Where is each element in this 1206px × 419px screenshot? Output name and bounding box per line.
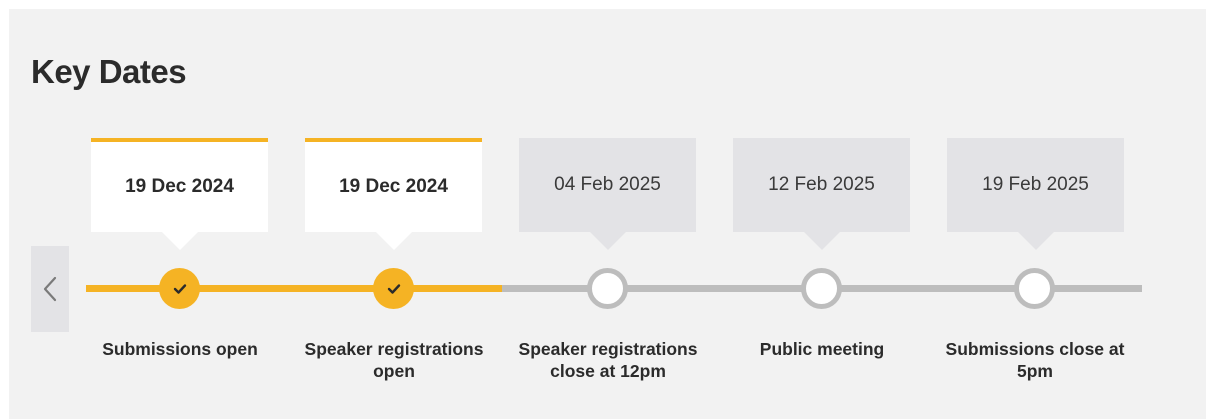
milestone-date-card: 12 Feb 2025 — [733, 138, 910, 250]
milestone-date-card: 19 Feb 2025 — [947, 138, 1124, 250]
milestone-date: 19 Feb 2025 — [982, 174, 1089, 195]
milestone-label: Speaker registrations open — [304, 339, 484, 381]
section-title: Key Dates — [31, 53, 187, 90]
key-dates-panel: Key Dates 19 Dec 2024 Submissions open 1… — [9, 9, 1206, 419]
milestone-node-complete[interactable] — [373, 268, 414, 309]
milestone-label: Speaker registrations close at 12pm — [518, 339, 698, 381]
milestone-node-upcoming[interactable] — [1014, 268, 1055, 309]
milestone-node-upcoming[interactable] — [801, 268, 842, 309]
milestone-date-card: 19 Dec 2024 — [91, 138, 268, 250]
chevron-left-icon — [43, 276, 57, 302]
milestone-node-complete[interactable] — [159, 268, 200, 309]
check-icon — [173, 283, 186, 294]
previous-button[interactable] — [31, 246, 69, 332]
card-pointer — [803, 232, 840, 250]
milestone-node-upcoming[interactable] — [587, 268, 628, 309]
card-pointer — [589, 232, 626, 250]
card-pointer — [375, 232, 412, 250]
card-pointer — [1017, 232, 1054, 250]
milestone-date: 04 Feb 2025 — [554, 174, 661, 195]
milestone-label: Submissions open — [102, 339, 258, 359]
milestone-label: Public meeting — [759, 339, 885, 359]
check-icon — [387, 283, 400, 294]
timeline-progress-line — [86, 285, 502, 292]
milestone-date: 12 Feb 2025 — [768, 174, 875, 195]
milestone-date: 19 Dec 2024 — [125, 176, 234, 197]
card-pointer — [161, 232, 198, 250]
milestone-date: 19 Dec 2024 — [339, 176, 448, 197]
milestone-date-card: 04 Feb 2025 — [519, 138, 696, 250]
milestone-label: Submissions close at 5pm — [945, 339, 1125, 381]
milestone-date-card: 19 Dec 2024 — [305, 138, 482, 250]
